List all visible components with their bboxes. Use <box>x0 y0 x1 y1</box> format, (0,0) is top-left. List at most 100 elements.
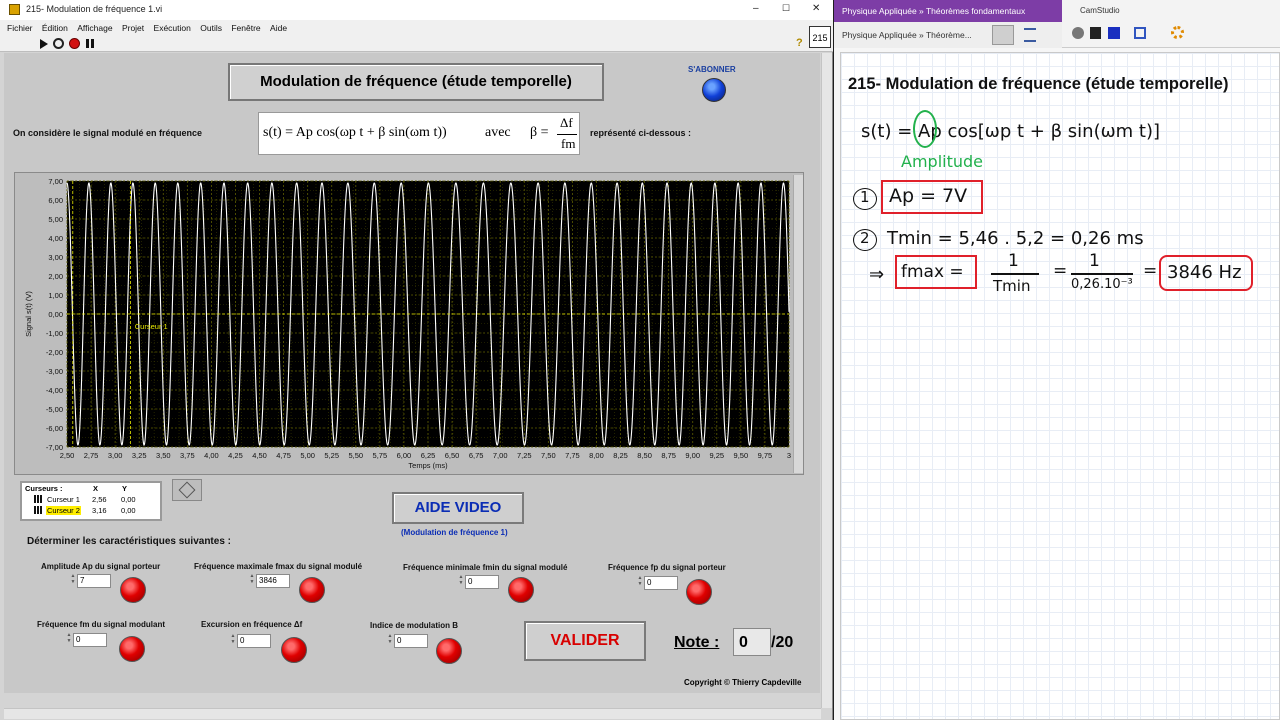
aide-video-button[interactable]: AIDE VIDEO <box>392 492 524 524</box>
y-tick-label: -6,00 <box>46 424 63 433</box>
x-tick-label: 3,75 <box>180 451 195 460</box>
graph-scrollbar[interactable] <box>793 175 803 473</box>
x-tick-label: 9,75 <box>758 451 773 460</box>
record-icon[interactable] <box>1072 27 1084 39</box>
x-tick-label: 3,25 <box>132 451 147 460</box>
camstudio-toolbar: CamStudio <box>1062 0 1280 48</box>
field-input-ap[interactable]: 7 <box>77 574 111 588</box>
field-led-fmax <box>299 577 325 603</box>
panel-hscrollbar[interactable] <box>4 708 821 719</box>
field-spin-fmax[interactable]: ▲ ▼ <box>249 573 255 587</box>
field-spin-fm[interactable]: ▲ ▼ <box>66 632 72 646</box>
region-icon[interactable] <box>1134 27 1146 39</box>
formula-main: s(t) = Ap cos(ωp t + β sin(ωm t)) <box>263 125 447 140</box>
copyright: Copyright © Thierry Capdeville <box>684 678 802 687</box>
run-arrow-icon[interactable] <box>40 39 48 49</box>
field-spin-beta[interactable]: ▲ ▼ <box>387 633 393 647</box>
abort-icon[interactable] <box>69 38 80 49</box>
hw-eq2: = <box>1143 261 1158 281</box>
settings-gear-icon[interactable] <box>1171 26 1184 39</box>
hw-fmax: fmax = <box>901 262 964 282</box>
y-tick-label: 3,00 <box>48 253 63 262</box>
field-input-fm[interactable]: 0 <box>73 633 107 647</box>
subscribe-button[interactable] <box>702 78 726 102</box>
x-tick-label: 6,75 <box>469 451 484 460</box>
y-tick-label: 0,00 <box>48 310 63 319</box>
x-tick-label: 6,50 <box>445 451 460 460</box>
stop-record-icon[interactable] <box>1108 27 1120 39</box>
field-input-fp[interactable]: 0 <box>644 576 678 590</box>
pause-icon[interactable] <box>86 39 94 48</box>
field-label-fmax: Fréquence maximale fmax du signal modulé <box>194 562 363 571</box>
field-input-df[interactable]: 0 <box>237 634 271 648</box>
insert-space-icon[interactable] <box>1024 28 1036 42</box>
cursor-2-icon[interactable] <box>34 506 43 514</box>
intro-suffix: représenté ci-dessous : <box>590 128 692 138</box>
cursor-1-x: 2,56 <box>92 495 107 504</box>
menu-fichier[interactable]: Fichier <box>7 20 33 36</box>
x-tick-label: 7,25 <box>517 451 532 460</box>
cursor-2-name[interactable]: Curseur 2 <box>46 506 81 515</box>
field-spin-fp[interactable]: ▲ ▼ <box>637 575 643 589</box>
menu-affichage[interactable]: Affichage <box>77 20 112 36</box>
menu-outils[interactable]: Outils <box>200 20 222 36</box>
y-tick-label: -3,00 <box>46 367 63 376</box>
hw-frac2-den: 0,26.10⁻³ <box>1071 277 1133 292</box>
help-icon[interactable]: ? <box>796 37 803 49</box>
field-label-fmin: Fréquence minimale fmin du signal modulé <box>403 563 568 572</box>
cursor-1-icon[interactable] <box>34 495 43 503</box>
close-button[interactable]: ✕ <box>812 3 820 14</box>
x-tick-label: 5,00 <box>300 451 315 460</box>
field-spin-df[interactable]: ▲ ▼ <box>230 633 236 647</box>
aide-video-subtitle: (Modulation de fréquence 1) <box>401 528 508 537</box>
y-tick-label: -4,00 <box>46 386 63 395</box>
x-tick-label: 7,75 <box>565 451 580 460</box>
field-spin-fmin[interactable]: ▲ ▼ <box>458 574 464 588</box>
x-tick-label: 4,00 <box>204 451 219 460</box>
onenote-window: Physique Appliquée » Théorèmes fondament… <box>834 0 1280 720</box>
field-label-df: Excursion en fréquence Δf <box>201 620 303 629</box>
onenote-tab-label[interactable]: Physique Appliquée » Théorème... <box>842 30 972 40</box>
formula-beta: β = <box>530 125 549 140</box>
cursor-2-x: 3,16 <box>92 506 107 515</box>
x-tick-label: 7,00 <box>493 451 508 460</box>
subscribe-label: S'ABONNER <box>688 65 736 74</box>
menu-edition[interactable]: Édition <box>42 20 68 36</box>
minimize-button[interactable]: – <box>753 3 759 14</box>
field-led-ap <box>120 577 146 603</box>
x-tick-label: 6,00 <box>397 451 412 460</box>
cursor-1-y: 0,00 <box>121 495 136 504</box>
cursor-move-icon[interactable] <box>172 479 202 501</box>
valider-button[interactable]: VALIDER <box>524 621 646 661</box>
lasso-icon[interactable] <box>992 25 1014 45</box>
onenote-page[interactable]: 215- Modulation de fréquence (étude temp… <box>840 52 1280 720</box>
cursor-header-x: X <box>93 484 99 493</box>
field-led-fp <box>686 579 712 605</box>
field-led-beta <box>436 638 462 664</box>
field-input-beta[interactable]: 0 <box>394 634 428 648</box>
x-tick-label: 8,50 <box>637 451 652 460</box>
x-tick-label: 5,50 <box>348 451 363 460</box>
field-input-fmin[interactable]: 0 <box>465 575 499 589</box>
intro-text: On considère le signal modulé en fréquen… <box>13 128 203 138</box>
x-tick-label: 9,00 <box>685 451 700 460</box>
run-continuous-icon[interactable] <box>53 38 64 49</box>
cursor-2-y: 0,00 <box>121 506 136 515</box>
cursor-1-name[interactable]: Curseur 1 <box>47 495 80 504</box>
maximize-button[interactable]: ☐ <box>782 3 790 14</box>
menu-execution[interactable]: Exécution <box>154 20 191 36</box>
menu-projet[interactable]: Projet <box>122 20 144 36</box>
y-axis-label: Signal s(t) (V) <box>24 291 33 337</box>
x-tick-label: 3 <box>787 451 791 460</box>
menu-fenetre[interactable]: Fenêtre <box>231 20 260 36</box>
menu-aide[interactable]: Aide <box>270 20 287 36</box>
x-tick-label: 2,75 <box>84 451 99 460</box>
hw-ap-circle <box>913 110 937 148</box>
pause-record-icon[interactable] <box>1090 27 1101 39</box>
field-input-fmax[interactable]: 3846 <box>256 574 290 588</box>
panel-vscrollbar[interactable] <box>821 53 832 708</box>
field-spin-ap[interactable]: ▲ ▼ <box>70 573 76 587</box>
x-tick-label: 4,25 <box>228 451 243 460</box>
toolbar: ? 215 <box>0 26 833 52</box>
x-tick-label: 3,50 <box>156 451 171 460</box>
